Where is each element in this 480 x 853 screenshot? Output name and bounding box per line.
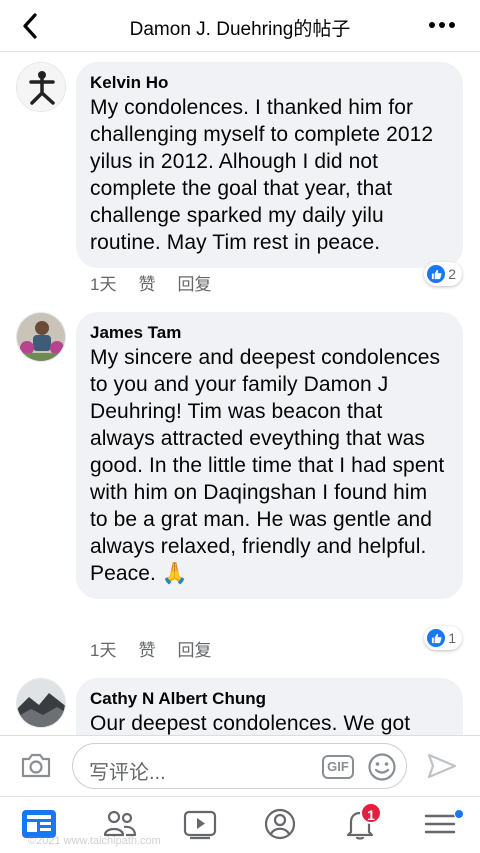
watermark: ©2021 www.taichipath.com [28,835,161,847]
page-title: Damon J. Duehring的帖子 [129,19,351,40]
comment-input-placeholder: 写评论... [89,762,166,784]
notification-badge: 1 [360,802,382,824]
comment-composer: 写评论... GIF [0,735,480,795]
comment-actions: 1天 赞 回复 [90,636,211,661]
comment-text: My condolences. I thanked him for challe… [90,96,434,254]
ellipsis-icon[interactable] [428,18,456,32]
comment-time: 1天 [90,641,117,660]
like-button[interactable]: 赞 [138,270,155,295]
like-button[interactable]: 赞 [138,636,155,661]
comment-time: 1天 [90,275,117,294]
avatar[interactable] [16,678,66,728]
reaction-summary[interactable]: 1 [424,626,462,650]
reaction-count: 2 [448,266,456,282]
gif-icon[interactable]: GIF [322,755,354,779]
nav-profile[interactable] [262,807,302,843]
chevron-left-icon[interactable] [18,12,44,40]
comment-author[interactable]: Kelvin Ho [90,72,447,94]
comment-author[interactable]: James Tam [90,322,447,344]
thumbs-up-icon [427,629,446,647]
nav-menu[interactable] [422,807,464,843]
bottom-navigation: 1 ©2021 www.taichipath.com [0,796,480,853]
comment-text: Our deepest condolences. We got [90,712,411,735]
comment-actions: 1天 赞 回复 [90,270,211,295]
comment-input[interactable]: 写评论... GIF [72,743,407,789]
reply-button[interactable]: 回复 [177,636,211,661]
comment-text: My sincere and deepest condolences to yo… [90,346,445,585]
comment-bubble[interactable]: Cathy N Albert Chung Our deepest condole… [76,678,463,735]
reaction-count: 1 [448,630,456,646]
emoji-icon[interactable] [367,752,397,782]
avatar[interactable] [16,62,66,112]
nav-notifications[interactable]: 1 [342,802,382,843]
avatar[interactable] [16,312,66,362]
comment-author[interactable]: Cathy N Albert Chung [90,688,447,710]
top-bar: Damon J. Duehring的帖子 [0,0,480,52]
camera-icon[interactable] [20,751,52,779]
comment-bubble[interactable]: James Tam My sincere and deepest condole… [76,312,463,599]
nav-watch[interactable] [182,807,222,843]
profile-icon [264,808,296,840]
comment-bubble[interactable]: Kelvin Ho My condolences. I thanked him … [76,62,463,268]
watch-icon [183,810,217,840]
reply-button[interactable]: 回复 [177,270,211,295]
comment-list: Kelvin Ho My condolences. I thanked him … [0,53,480,735]
reaction-summary[interactable]: 2 [424,262,462,286]
send-icon[interactable] [426,752,458,780]
menu-indicator-dot [454,809,464,819]
thumbs-up-icon [427,265,446,283]
menu-icon [424,814,456,834]
